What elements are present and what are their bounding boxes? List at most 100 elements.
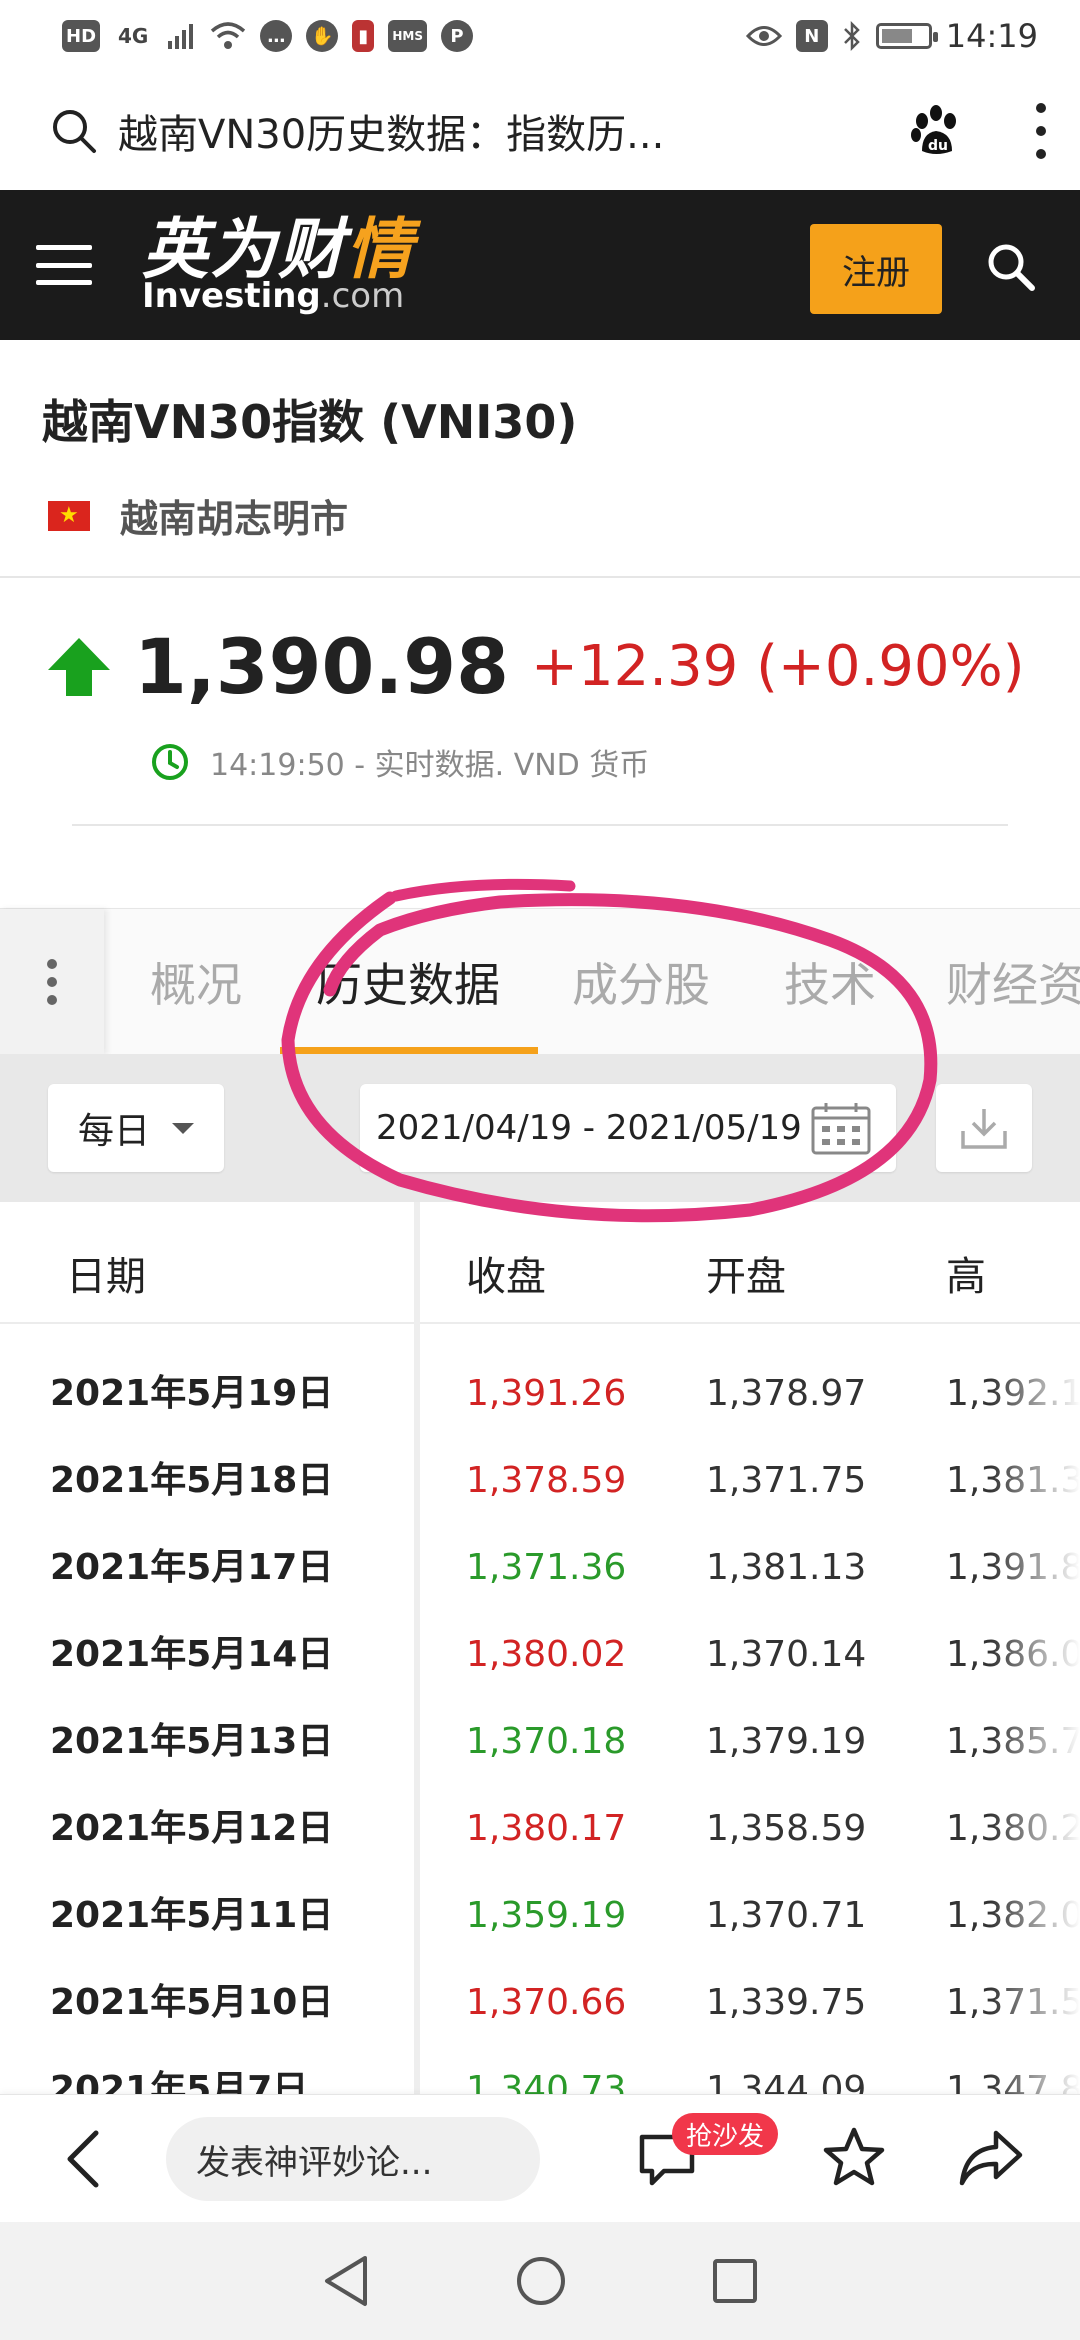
wifi-icon: [211, 22, 246, 49]
exchange-name: 越南胡志明市: [120, 497, 349, 541]
table-row: 2021年5月13日 1,370.18 1,379.19 1,385.7: [0, 1698, 1080, 1785]
site-header: 英为财情 Investing.com 注册: [0, 190, 1080, 340]
system-nav-bar: [0, 2222, 1080, 2340]
signal-icon: [168, 24, 194, 49]
share-icon[interactable]: [958, 2127, 1024, 2189]
table-row: 2021年5月11日 1,359.19 1,370.71 1,382.0: [0, 1872, 1080, 1959]
header-high[interactable]: 高: [946, 1244, 986, 1302]
nav-recents-icon[interactable]: [711, 2257, 759, 2305]
status-bar: HD 4G … ✋ ▮ HMS P N 14:19: [0, 0, 1080, 72]
table-row: 2021年5月19日 1,391.26 1,378.97 1,392.1: [0, 1350, 1080, 1437]
quote-time: 14:19:50 - 实时数据. VND 货币: [210, 748, 650, 783]
calendar-icon: [811, 1103, 871, 1155]
cell-open: 1,378.97: [706, 1373, 867, 1414]
nfc-icon: N: [795, 20, 828, 52]
tab-historical-data[interactable]: 历史数据: [316, 949, 500, 1015]
table-header: 日期 收盘 开盘 高: [0, 1202, 1080, 1324]
cell-open: 1,370.71: [706, 1895, 867, 1936]
browser-url-bar[interactable]: 越南VN30历史数据：指数历... du: [0, 72, 1080, 190]
cell-open: 1,379.19: [706, 1721, 867, 1762]
cell-open: 1,358.59: [706, 1808, 867, 1849]
divider: [72, 824, 1008, 826]
cell-date: 2021年5月10日: [50, 1982, 334, 2023]
battery-icon: [875, 23, 938, 49]
cell-close: 1,359.19: [466, 1895, 627, 1936]
header-open[interactable]: 开盘: [706, 1244, 786, 1302]
table-row: 2021年5月14日 1,380.02 1,370.14 1,386.0: [0, 1611, 1080, 1698]
cell-close: 1,380.02: [466, 1634, 627, 1675]
hms-icon: HMS: [388, 20, 427, 52]
search-icon[interactable]: [48, 105, 100, 157]
comment-input[interactable]: 发表神评妙论...: [166, 2117, 540, 2201]
price-row: 1,390.98 +12.39 (+0.90%): [46, 622, 1025, 711]
back-arrow-icon[interactable]: [60, 2127, 110, 2191]
p-icon: P: [441, 20, 473, 52]
baidu-paw-icon[interactable]: du: [908, 103, 964, 159]
header-close[interactable]: 收盘: [466, 1244, 546, 1302]
cell-close: 1,371.36: [466, 1547, 627, 1588]
hd-icon: HD: [62, 20, 101, 52]
eye-icon: [745, 26, 782, 46]
page-title[interactable]: 越南VN30历史数据：指数历...: [118, 102, 908, 160]
last-price: 1,390.98: [134, 622, 510, 711]
cell-date: 2021年5月12日: [50, 1808, 334, 1849]
tab-overview[interactable]: 概况: [150, 949, 242, 1015]
register-button[interactable]: 注册: [810, 224, 942, 314]
vietnam-flag-icon: [48, 500, 90, 531]
cell-close: 1,370.66: [466, 1982, 627, 2023]
section-tabs: 概况 历史数据 成分股 技术 财经资: [0, 908, 1080, 1055]
tab-components[interactable]: 成分股: [572, 949, 710, 1015]
history-table-body[interactable]: 2021年5月19日 1,391.26 1,378.97 1,392.1 202…: [0, 1324, 1080, 2102]
header-date[interactable]: 日期: [66, 1244, 146, 1302]
date-range-value: 2021/04/19 - 2021/05/19: [376, 1108, 802, 1148]
svg-text:du: du: [928, 138, 948, 154]
table-row: 2021年5月12日 1,380.17 1,358.59 1,380.2: [0, 1785, 1080, 1872]
investing-logo[interactable]: 英为财情 Investing.com: [142, 211, 414, 314]
up-arrow-icon: [48, 637, 110, 696]
date-range-picker[interactable]: 2021/04/19 - 2021/05/19: [360, 1084, 896, 1172]
bottom-action-bar: 发表神评妙论... 抢沙发: [0, 2094, 1080, 2222]
bluetooth-icon: [843, 20, 860, 52]
cell-date: 2021年5月14日: [50, 1634, 334, 1675]
clock-time: 14:19: [945, 17, 1038, 55]
cell-open: 1,339.75: [706, 1982, 867, 2023]
filter-bar: 每日 2021/04/19 - 2021/05/19: [0, 1054, 1080, 1202]
clock-icon: [152, 744, 188, 780]
cell-close: 1,391.26: [466, 1373, 627, 1414]
tab-technical[interactable]: 技术: [784, 949, 876, 1015]
cell-date: 2021年5月17日: [50, 1547, 334, 1588]
cell-date: 2021年5月18日: [50, 1460, 334, 1501]
app-icon: ▮: [352, 20, 375, 52]
cell-close: 1,380.17: [466, 1808, 627, 1849]
screen: { "status_bar": { "left_icons": ["HD", "…: [0, 0, 1080, 2340]
cell-open: 1,381.13: [706, 1547, 867, 1588]
chat-icon: …: [260, 20, 293, 52]
cell-open: 1,370.14: [706, 1634, 867, 1675]
sofa-badge: 抢沙发: [672, 2113, 779, 2155]
cell-date: 2021年5月11日: [50, 1895, 334, 1936]
download-icon: [961, 1109, 1007, 1149]
cell-date: 2021年5月19日: [50, 1373, 334, 1414]
table-row: 2021年5月18日 1,378.59 1,371.75 1,381.3: [0, 1437, 1080, 1524]
divider: [0, 576, 1080, 578]
more-tabs-icon[interactable]: [0, 909, 104, 1055]
star-icon[interactable]: [822, 2125, 886, 2189]
chevron-down-icon: [172, 1122, 195, 1134]
tab-news[interactable]: 财经资: [946, 949, 1080, 1015]
status-right-icons: N 14:19: [745, 17, 1038, 55]
logo-chinese: 英为财情: [142, 211, 414, 288]
hand-icon: ✋: [306, 20, 339, 52]
period-dropdown[interactable]: 每日: [48, 1084, 224, 1172]
table-row: 2021年5月17日 1,371.36 1,381.13 1,391.8: [0, 1524, 1080, 1611]
nav-back-icon[interactable]: [321, 2254, 371, 2308]
table-row: 2021年5月10日 1,370.66 1,339.75 1,371.5: [0, 1959, 1080, 2046]
nav-home-icon[interactable]: [514, 2254, 568, 2308]
hamburger-menu-icon[interactable]: [36, 245, 92, 285]
status-left-icons: HD 4G … ✋ ▮ HMS P: [62, 20, 473, 52]
search-icon[interactable]: [984, 240, 1040, 296]
cell-open: 1,371.75: [706, 1460, 867, 1501]
quote-time-row: 14:19:50 - 实时数据. VND 货币: [150, 740, 649, 784]
download-button[interactable]: [936, 1084, 1032, 1172]
browser-menu-icon[interactable]: [1034, 103, 1048, 159]
exchange-info: 越南胡志明市: [48, 488, 348, 543]
